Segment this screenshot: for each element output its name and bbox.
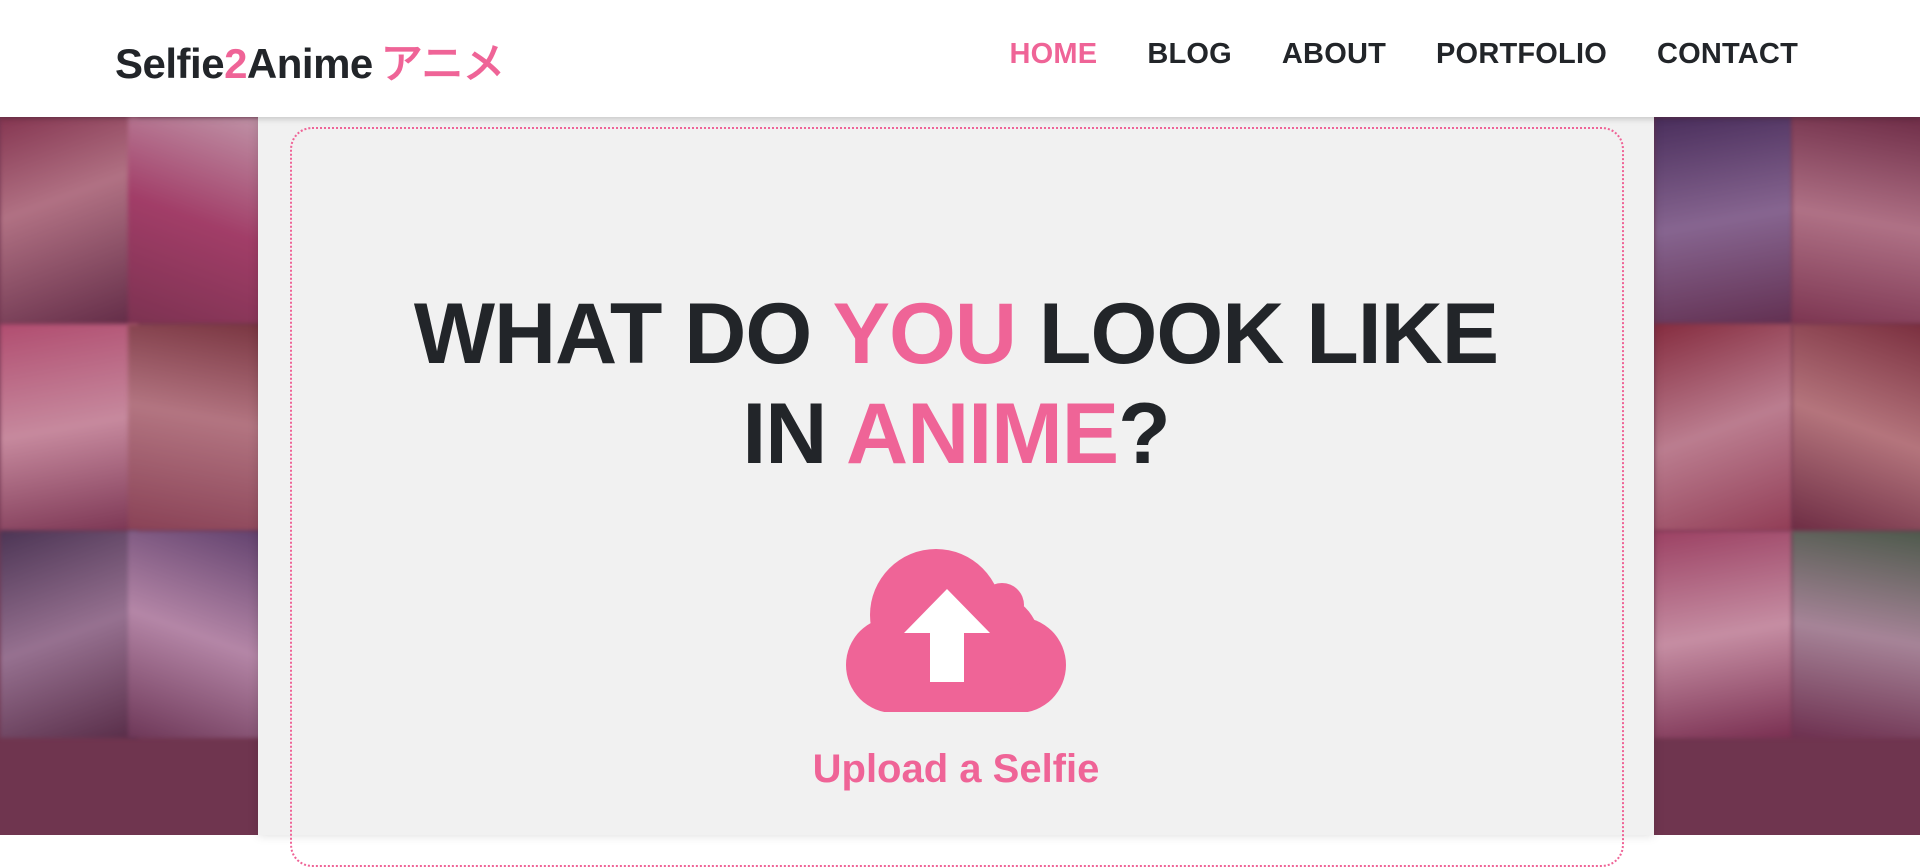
logo-text-anime: Anime — [246, 40, 373, 87]
nav-about[interactable]: ABOUT — [1282, 38, 1386, 71]
headline-text: IN — [742, 386, 847, 482]
headline-highlight-you: YOU — [832, 286, 1017, 382]
headline-text: WHAT DO — [413, 286, 833, 382]
headline-text: LOOK LIKE — [1016, 286, 1499, 382]
headline-highlight-anime: ANIME — [846, 386, 1119, 482]
logo-text-selfie: Selfie — [115, 40, 225, 87]
nav-blog[interactable]: BLOG — [1147, 38, 1232, 71]
hero-panel: WHAT DO YOU LOOK LIKE IN ANIME? Upload a… — [258, 117, 1654, 867]
nav-contact[interactable]: CONTACT — [1657, 38, 1798, 71]
nav-portfolio[interactable]: PORTFOLIO — [1436, 38, 1607, 71]
site-logo[interactable]: Selfie2Anime アニメ — [115, 30, 505, 91]
upload-selfie-link[interactable]: Upload a Selfie — [258, 747, 1654, 792]
nav-home[interactable]: HOME — [1010, 38, 1098, 71]
headline-text: ? — [1118, 386, 1171, 482]
logo-text-2: 2 — [224, 40, 247, 87]
navbar: Selfie2Anime アニメ HOME BLOG ABOUT PORTFOLI… — [0, 0, 1920, 117]
main-nav: HOME BLOG ABOUT PORTFOLIO CONTACT — [960, 38, 1798, 71]
hero-headline: WHAT DO YOU LOOK LIKE IN ANIME? — [258, 284, 1654, 484]
cloud-upload-icon[interactable] — [844, 547, 1068, 712]
logo-text-japanese: アニメ — [380, 40, 505, 87]
